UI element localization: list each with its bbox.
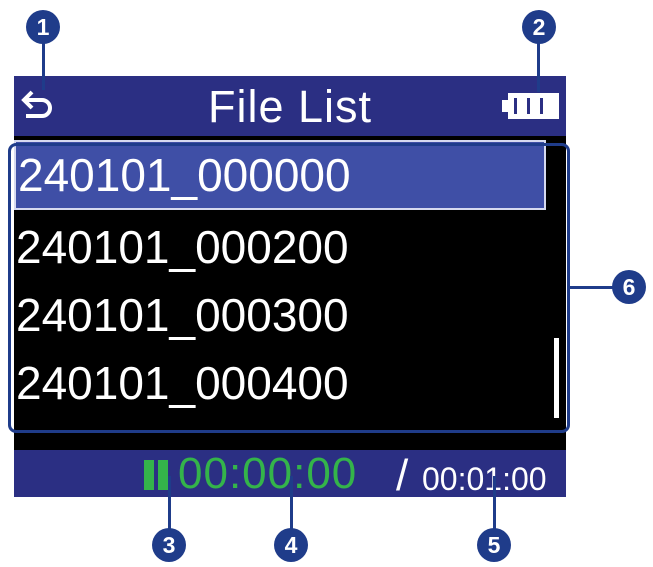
file-list-highlight-frame	[8, 143, 570, 433]
title-bar: File List	[14, 76, 566, 136]
callout-leader	[290, 476, 293, 536]
callout-2: 2	[522, 10, 556, 44]
callout-leader	[168, 476, 171, 536]
callout-leader	[537, 40, 540, 92]
battery-icon	[502, 93, 559, 119]
callout-leader	[493, 476, 496, 536]
total-time: 00:01:00	[422, 461, 547, 497]
time-separator: /	[396, 451, 409, 500]
callout-leader	[42, 40, 45, 90]
callout-leader	[570, 286, 615, 289]
elapsed-time: 00:00:00	[178, 449, 358, 498]
callout-1: 1	[26, 10, 60, 44]
callout-4: 4	[274, 528, 308, 562]
page-title: File List	[207, 81, 373, 132]
pause-icon	[144, 460, 168, 490]
callout-3: 3	[152, 528, 186, 562]
callout-5: 5	[477, 528, 511, 562]
callout-6: 6	[612, 270, 646, 304]
